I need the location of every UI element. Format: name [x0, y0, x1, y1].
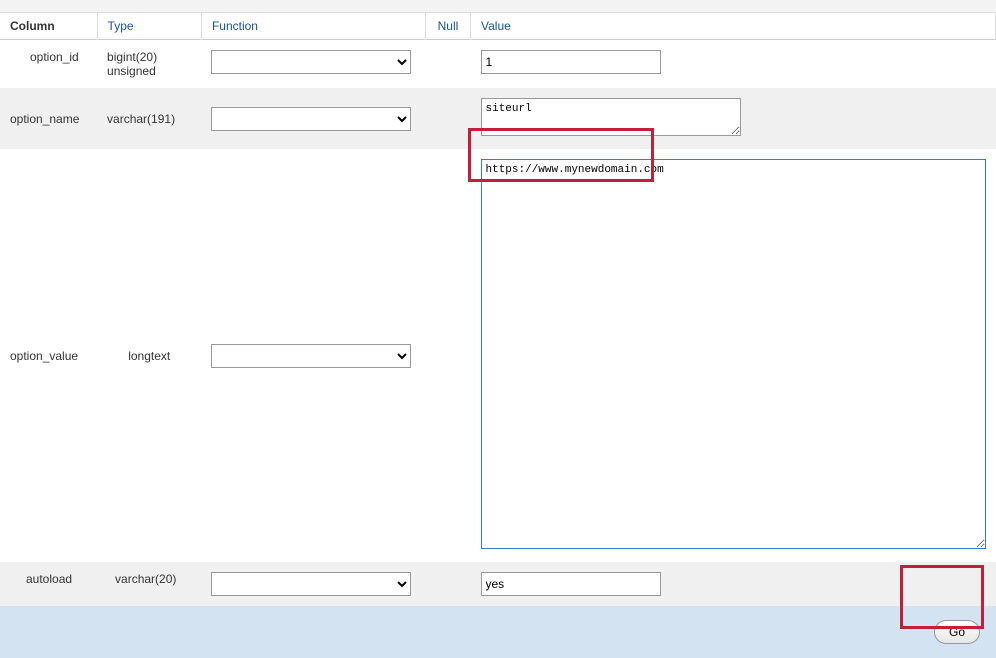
- header-column[interactable]: Column: [0, 13, 97, 40]
- table-row: autoload varchar(20): [0, 562, 996, 606]
- column-type: bigint(20) unsigned: [97, 40, 201, 89]
- function-select[interactable]: [211, 572, 411, 596]
- value-input[interactable]: [481, 50, 661, 74]
- column-name: option_name: [0, 88, 97, 149]
- value-input[interactable]: [481, 572, 661, 596]
- top-toolbar: [0, 0, 996, 13]
- header-null[interactable]: Null: [425, 13, 470, 40]
- value-textarea[interactable]: siteurl: [481, 98, 741, 136]
- table-row: option_value longtext https://www.mynewd…: [0, 149, 996, 562]
- function-select[interactable]: [211, 344, 411, 368]
- header-type[interactable]: Type: [97, 13, 201, 40]
- column-name: option_value: [0, 149, 97, 562]
- table-row: option_name varchar(191) siteurl: [0, 88, 996, 149]
- column-type: varchar(20): [97, 562, 201, 606]
- edit-table: Column Type Function Null Value option_i…: [0, 13, 996, 606]
- header-value[interactable]: Value: [471, 13, 996, 40]
- function-select[interactable]: [211, 107, 411, 131]
- column-name: option_id: [0, 40, 97, 89]
- action-bar: Go: [0, 606, 996, 658]
- column-type: longtext: [97, 149, 201, 562]
- table-row: option_id bigint(20) unsigned: [0, 40, 996, 89]
- value-textarea[interactable]: https://www.mynewdomain.com: [481, 159, 986, 549]
- column-name: autoload: [0, 562, 97, 606]
- header-function[interactable]: Function: [201, 13, 425, 40]
- column-type: varchar(191): [97, 88, 201, 149]
- go-button[interactable]: Go: [934, 620, 980, 644]
- function-select[interactable]: [211, 50, 411, 74]
